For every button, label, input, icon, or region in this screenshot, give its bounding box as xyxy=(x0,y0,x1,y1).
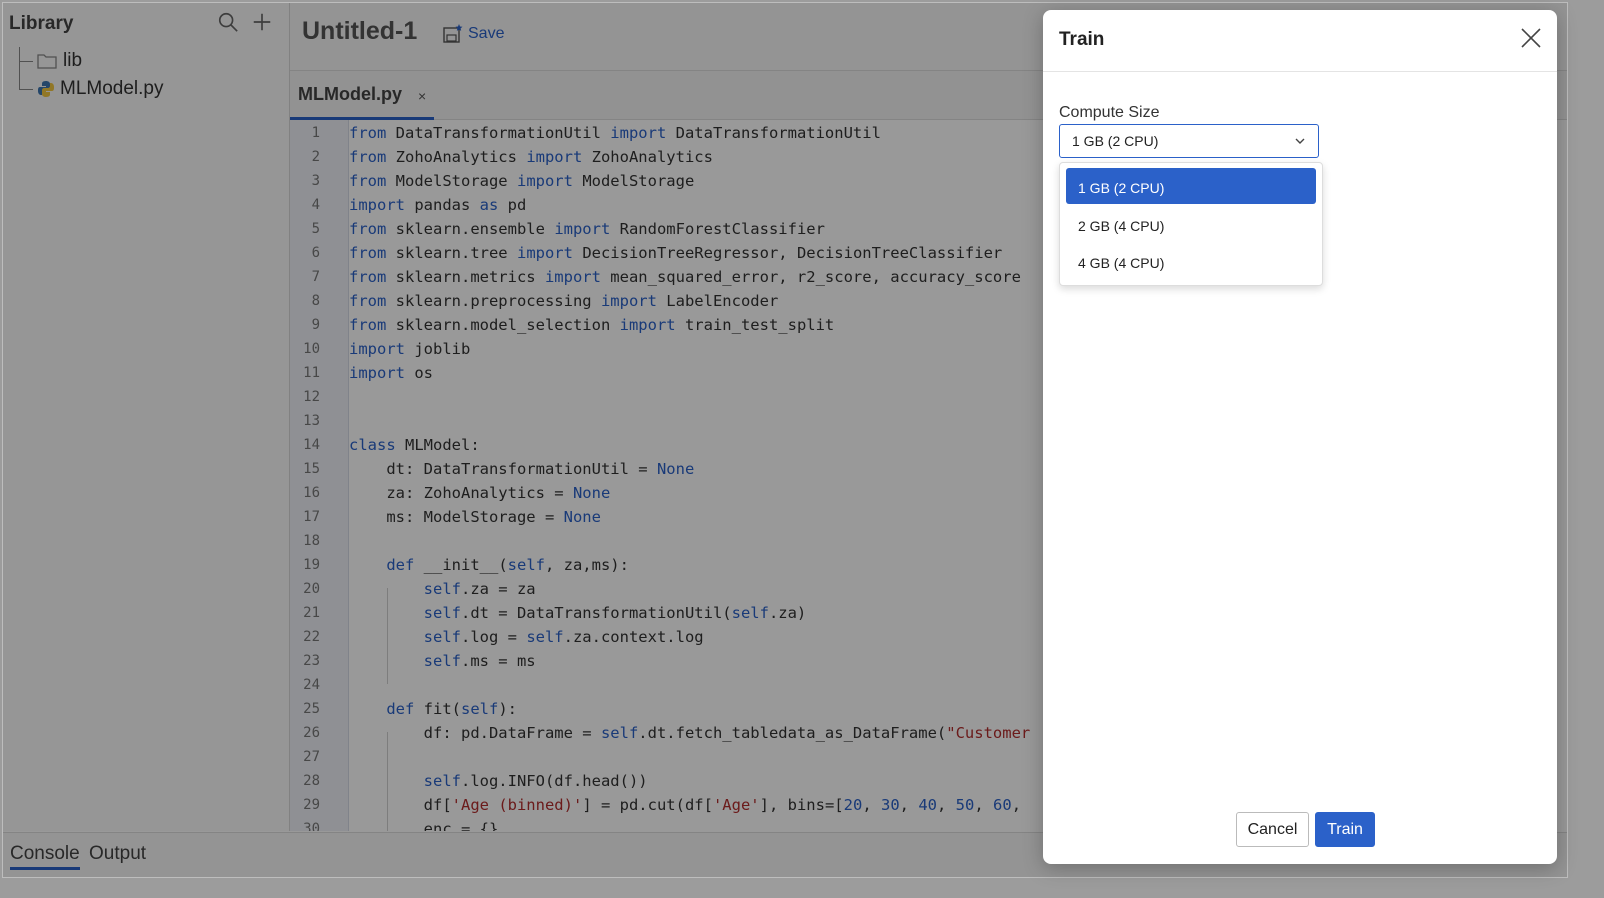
train-dialog: Train Compute Size 1 GB (2 CPU) 1 GB (2 … xyxy=(1043,10,1557,864)
option-1gb[interactable]: 1 GB (2 CPU) xyxy=(1066,168,1316,204)
train-button[interactable]: Train xyxy=(1315,812,1375,847)
dialog-header: Train xyxy=(1043,10,1557,72)
option-2gb[interactable]: 2 GB (4 CPU) xyxy=(1066,206,1316,242)
chevron-down-icon xyxy=(1295,138,1305,144)
cancel-button[interactable]: Cancel xyxy=(1236,812,1309,847)
close-icon[interactable] xyxy=(1519,26,1543,50)
compute-size-label: Compute Size xyxy=(1059,104,1160,121)
option-4gb[interactable]: 4 GB (4 CPU) xyxy=(1066,243,1316,279)
compute-size-select[interactable]: 1 GB (2 CPU) xyxy=(1059,124,1319,158)
select-value: 1 GB (2 CPU) xyxy=(1072,133,1159,149)
compute-size-dropdown: 1 GB (2 CPU) 2 GB (4 CPU) 4 GB (4 CPU) xyxy=(1059,162,1323,286)
dialog-title: Train xyxy=(1059,29,1105,50)
